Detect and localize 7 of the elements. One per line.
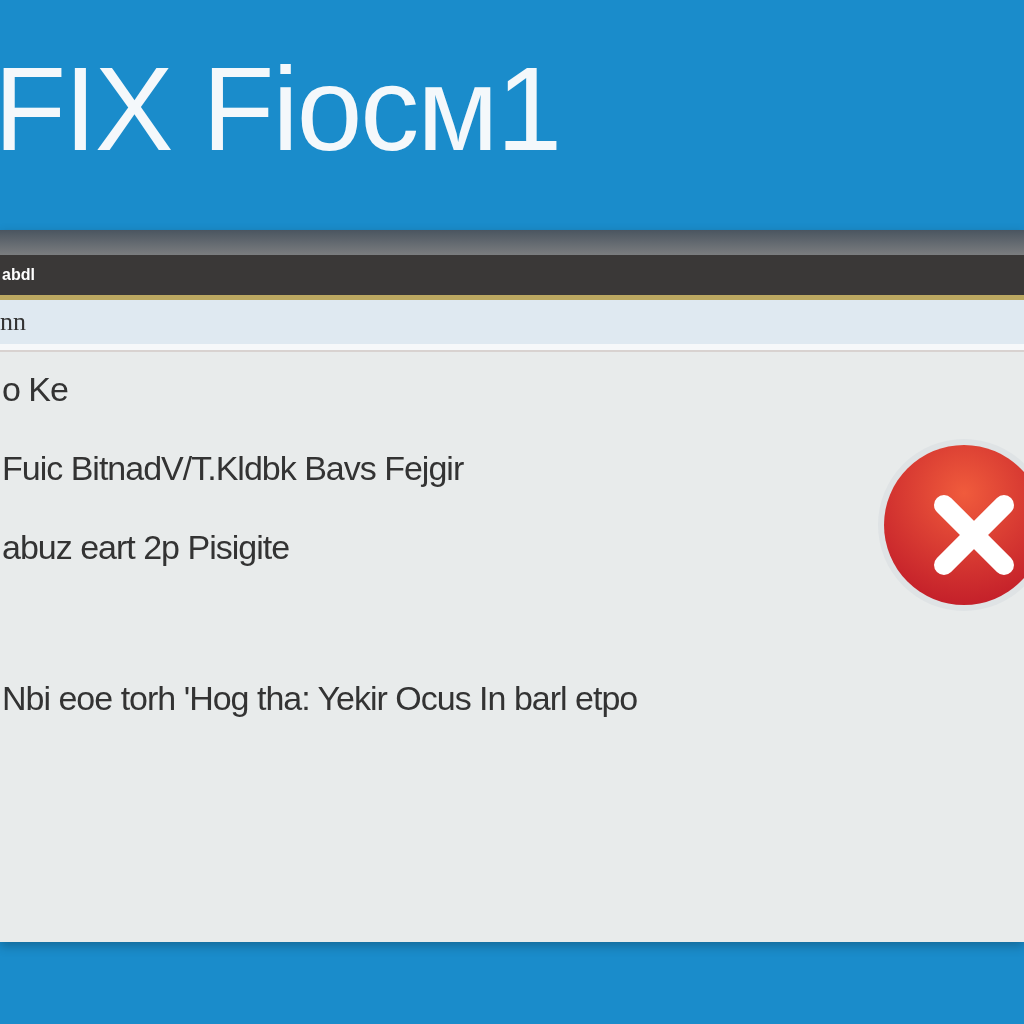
window-title: abdl xyxy=(2,266,35,284)
message-line: Fuic BitnadV/T.Kldbk Bavs Fejgir xyxy=(2,449,465,488)
address-text: nn xyxy=(0,307,26,337)
footer-text: Nbi eoe torh 'Hog tha: Yekir Ocus In barl etpo xyxy=(2,679,639,718)
message-line: o Ke xyxy=(2,370,69,409)
headline: FIX Fiocм1 xyxy=(0,42,561,177)
message-line: abuz eart 2p Pisigite xyxy=(2,528,291,567)
